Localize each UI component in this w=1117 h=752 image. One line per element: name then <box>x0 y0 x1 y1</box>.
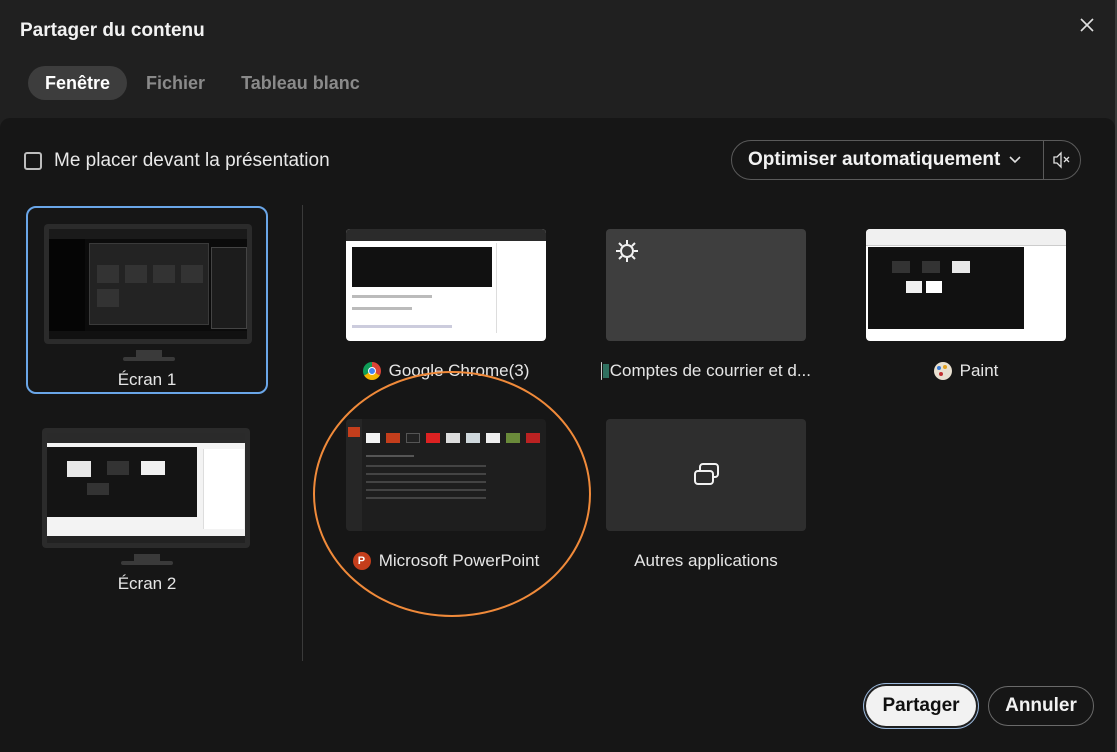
mail-accounts-icon <box>601 362 609 380</box>
other-apps-tile <box>606 419 806 531</box>
app-label: Autres applications <box>634 551 778 570</box>
close-button[interactable] <box>1074 12 1100 38</box>
screen-1-preview <box>49 229 247 339</box>
app-label: Microsoft PowerPoint <box>378 551 540 570</box>
share-dialog: Partager du contenu Fenêtre Fichier Tabl… <box>0 0 1117 752</box>
screen-1-label: Écran 1 <box>117 370 177 389</box>
share-button[interactable]: Partager <box>866 686 976 726</box>
monitor-icon <box>42 428 250 548</box>
windows-stack-icon <box>694 463 719 485</box>
audio-toggle-button[interactable] <box>1044 141 1080 179</box>
powerpoint-thumbnail <box>346 419 546 531</box>
monitor-foot <box>123 357 175 361</box>
dialog-title: Partager du contenu <box>20 20 205 41</box>
app-microsoft-powerpoint[interactable]: P Microsoft PowerPoint <box>341 419 551 571</box>
chrome-thumbnail <box>346 229 546 341</box>
optimize-dropdown[interactable]: Optimiser automatiquement <box>732 141 1044 179</box>
app-mail-accounts[interactable]: Comptes de courrier et d... <box>601 229 811 381</box>
screen-2-option[interactable]: Écran 2 <box>26 412 268 600</box>
tab-fenetre[interactable]: Fenêtre <box>28 66 128 100</box>
tab-tableau-blanc[interactable]: Tableau blanc <box>224 66 377 100</box>
tab-bar: Fenêtre Fichier Tableau blanc <box>28 66 379 100</box>
monitor-icon <box>44 224 252 344</box>
presenter-option[interactable]: Me placer devant la présentation <box>24 150 330 172</box>
app-google-chrome[interactable]: Google Chrome(3) <box>341 229 551 381</box>
paint-thumbnail <box>866 229 1066 341</box>
presenter-checkbox-label: Me placer devant la présentation <box>54 150 330 171</box>
cancel-button[interactable]: Annuler <box>988 686 1094 726</box>
panel-divider <box>302 205 303 661</box>
monitor-foot <box>121 561 173 565</box>
mail-accounts-thumbnail <box>606 229 806 341</box>
optimize-label: Optimiser automatiquement <box>748 149 1001 170</box>
close-icon <box>1080 18 1094 32</box>
app-paint[interactable]: Paint <box>861 229 1071 381</box>
app-other-applications[interactable]: Autres applications <box>601 419 811 571</box>
speaker-muted-icon <box>1053 151 1070 169</box>
screen-2-label: Écran 2 <box>117 574 177 593</box>
app-label: Comptes de courrier et d... <box>609 361 811 380</box>
app-label: Paint <box>959 361 999 380</box>
chrome-icon <box>362 362 381 380</box>
app-label: Google Chrome(3) <box>388 361 530 380</box>
screen-1-option[interactable]: Écran 1 <box>26 206 268 394</box>
optimize-control: Optimiser automatiquement <box>731 140 1081 180</box>
screen-2-preview <box>47 433 245 543</box>
powerpoint-icon: P <box>352 552 371 570</box>
gear-icon <box>616 240 638 262</box>
chevron-down-icon <box>1009 156 1021 164</box>
paint-icon <box>933 362 952 380</box>
tab-fichier[interactable]: Fichier <box>129 66 222 100</box>
presenter-checkbox[interactable] <box>24 152 42 170</box>
